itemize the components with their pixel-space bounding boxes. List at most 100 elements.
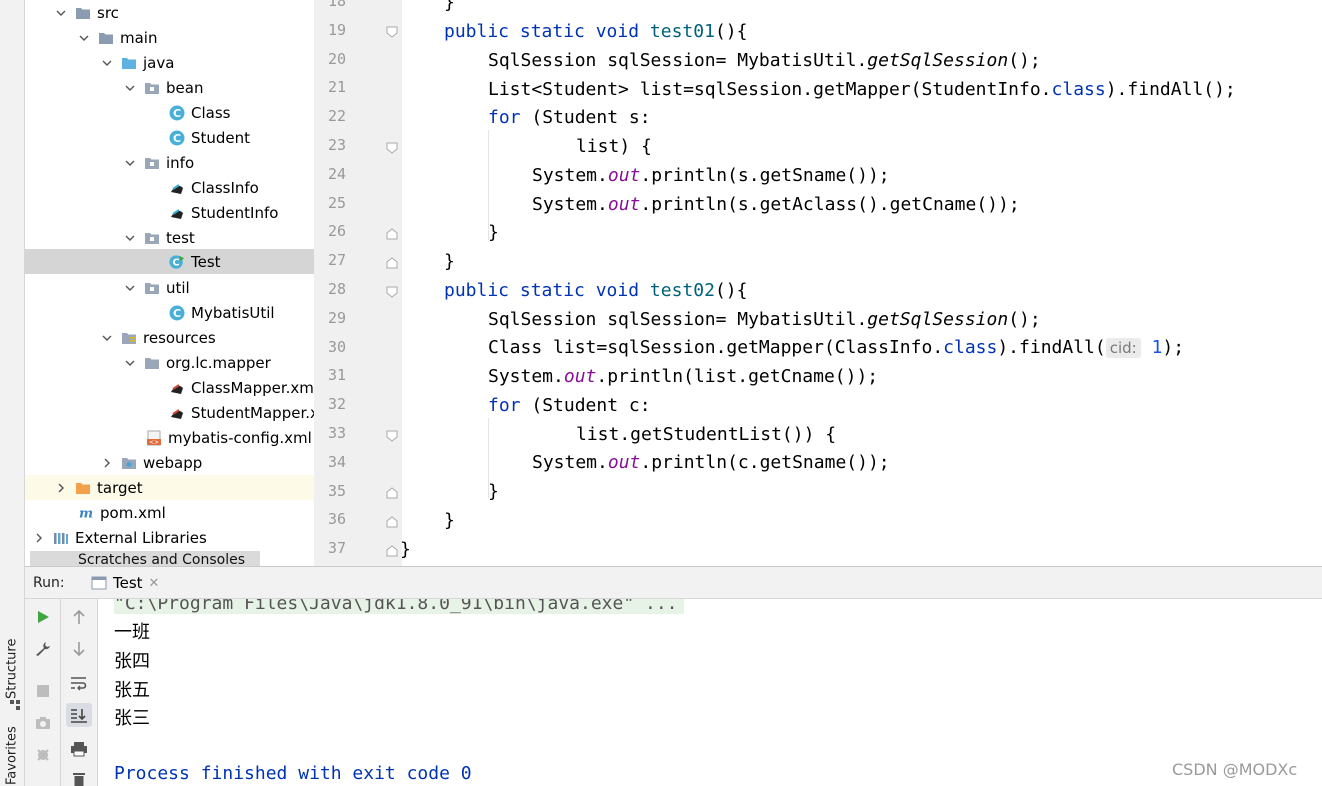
tree-item-label: util: [166, 278, 190, 297]
tree-item-label: Student: [191, 128, 251, 147]
code-line-22: for (Student s:: [488, 107, 651, 128]
tree-item-webapp[interactable]: webapp: [25, 450, 314, 475]
console-exit-line: Process finished with exit code 0: [114, 763, 472, 784]
resources-folder-icon: [121, 330, 137, 346]
camera-icon[interactable]: [33, 713, 53, 733]
fold-end-icon[interactable]: [386, 516, 398, 528]
run-tab-test[interactable]: Test ✕: [85, 567, 165, 599]
tree-item-bean[interactable]: bean: [25, 75, 314, 100]
run-console[interactable]: "C:\Program Files\Java\jdk1.8.0_91\bin\j…: [98, 599, 1322, 786]
favorites-tab[interactable]: Favorites: [2, 725, 22, 785]
line-number: 19: [327, 20, 346, 39]
chevron-down-icon[interactable]: [124, 82, 136, 94]
run-panel-header: Run: Test ✕: [25, 566, 1322, 599]
line-number: 35: [327, 481, 346, 500]
chevron-right-icon[interactable]: [33, 532, 45, 544]
chevron-down-icon[interactable]: [124, 157, 136, 169]
chevron-down-icon[interactable]: [124, 357, 136, 369]
arrow-down-icon[interactable]: [69, 639, 89, 659]
tree-item-test-class[interactable]: C Test: [25, 249, 314, 274]
fold-end-icon[interactable]: [386, 487, 398, 499]
fold-gutter: [378, 0, 402, 566]
structure-icon: [7, 699, 20, 710]
print-icon[interactable]: [69, 739, 89, 759]
chevron-down-icon[interactable]: [101, 332, 113, 344]
favorites-tab-label: Favorites: [4, 726, 20, 785]
chevron-right-icon[interactable]: [101, 457, 113, 469]
chevron-down-icon[interactable]: [124, 232, 136, 244]
line-number: 29: [327, 308, 346, 327]
console-output-line: 一班: [114, 622, 150, 643]
console-output-line: 张三: [114, 708, 150, 729]
tree-item-util[interactable]: util: [25, 275, 314, 300]
fold-end-icon[interactable]: [386, 228, 398, 240]
tree-item-main[interactable]: main: [25, 25, 314, 50]
line-number: 36: [327, 510, 346, 529]
tree-item-pom-xml[interactable]: m pom.xml: [25, 500, 314, 525]
line-number: 22: [327, 107, 346, 126]
line-number: 27: [327, 251, 346, 270]
tree-item-src[interactable]: src: [25, 0, 314, 25]
chevron-down-icon[interactable]: [124, 282, 136, 294]
chevron-right-icon[interactable]: [55, 482, 67, 494]
tree-item-studentinfo[interactable]: StudentInfo: [25, 200, 314, 225]
mybatis-xml-icon: [169, 380, 185, 396]
mybatis-icon: [169, 205, 185, 221]
close-icon[interactable]: ✕: [149, 576, 160, 591]
line-number: 37: [327, 539, 346, 558]
trash-icon[interactable]: [69, 769, 89, 786]
soft-wrap-icon[interactable]: [69, 673, 89, 693]
rerun-icon[interactable]: [33, 607, 53, 627]
svg-text:C: C: [173, 132, 181, 145]
console-output-line: 张五: [114, 680, 150, 701]
tree-item-class[interactable]: C Class: [25, 100, 314, 125]
fold-collapse-icon[interactable]: [386, 430, 398, 442]
tree-item-student[interactable]: C Student: [25, 125, 314, 150]
tree-item-label: java: [143, 53, 175, 72]
tree-item-external-libraries[interactable]: External Libraries: [25, 525, 314, 550]
tree-item-label: pom.xml: [100, 503, 166, 522]
run-tab-label: Test: [113, 574, 143, 592]
mybatis-xml-icon: [169, 405, 185, 421]
maven-icon: m: [78, 505, 94, 521]
debug-settings-icon[interactable]: [33, 745, 53, 765]
tree-item-studentmapper-xml[interactable]: StudentMapper.xml: [25, 400, 314, 425]
tree-item-info[interactable]: info: [25, 150, 314, 175]
structure-tab[interactable]: Structure: [2, 620, 22, 710]
fold-end-icon[interactable]: [386, 545, 398, 557]
line-number: 32: [327, 395, 346, 414]
tree-item-target[interactable]: target: [25, 475, 314, 500]
code-line-27: }: [444, 251, 455, 272]
xml-icon: <>: [146, 430, 162, 446]
tree-item-mybatis-config-xml[interactable]: <> mybatis-config.xml: [25, 425, 314, 450]
tree-item-classmapper-xml[interactable]: ClassMapper.xml: [25, 375, 314, 400]
tree-item-classinfo[interactable]: ClassInfo: [25, 175, 314, 200]
fold-collapse-icon[interactable]: [386, 142, 398, 154]
wrench-icon[interactable]: [33, 639, 53, 659]
tree-item-org-lc-mapper[interactable]: org.lc.mapper: [25, 350, 314, 375]
chevron-down-icon[interactable]: [55, 7, 67, 19]
fold-collapse-icon[interactable]: [386, 286, 398, 298]
svg-text:C: C: [173, 307, 181, 320]
tree-item-scratches[interactable]: Scratches and Consoles: [30, 551, 260, 567]
arrow-up-icon[interactable]: [69, 607, 89, 627]
fold-collapse-icon[interactable]: [386, 26, 398, 38]
stop-icon[interactable]: [33, 681, 53, 701]
run-toolbar-primary: [25, 599, 61, 786]
code-line-37: }: [402, 535, 411, 564]
tree-item-resources[interactable]: resources: [25, 325, 314, 350]
chevron-down-icon[interactable]: [78, 32, 90, 44]
code-line-25: System.out.println(s.getAclass().getCnam…: [532, 194, 1020, 215]
left-tool-strip: Structure Favorites: [0, 0, 25, 786]
code-editor[interactable]: } public static void test01(){ SqlSessio…: [402, 0, 1322, 566]
tree-item-mybatisutil[interactable]: C MybatisUtil: [25, 300, 314, 325]
tree-item-label: src: [97, 3, 119, 22]
scroll-to-end-icon[interactable]: [66, 703, 92, 727]
line-number: 31: [327, 366, 346, 385]
chevron-down-icon[interactable]: [101, 57, 113, 69]
fold-end-icon[interactable]: [386, 257, 398, 269]
tree-item-java[interactable]: java: [25, 50, 314, 75]
tree-item-test[interactable]: test: [25, 225, 314, 250]
package-icon: [144, 280, 160, 296]
source-folder-icon: [121, 55, 137, 71]
